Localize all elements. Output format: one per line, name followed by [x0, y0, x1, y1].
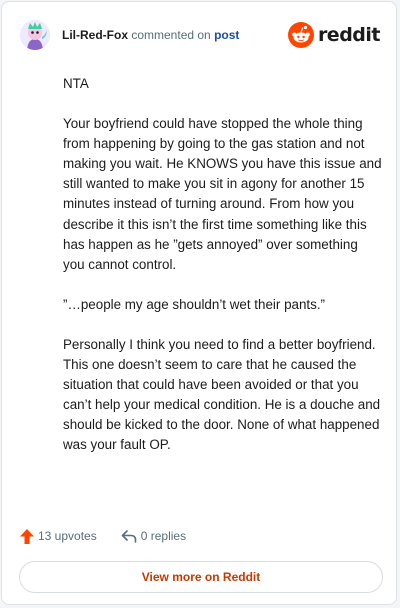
comment-body: NTA Your boyfriend could have stopped th…	[63, 74, 383, 476]
comment-paragraph: ”…people my age shouldn’t wet their pant…	[63, 296, 326, 312]
author-name[interactable]: Lil-Red-Fox	[62, 28, 128, 42]
comment-paragraph: NTA	[63, 76, 89, 91]
reply-arrow-icon	[121, 530, 137, 543]
avatar-icon	[20, 20, 50, 50]
author-line: Lil-Red-Fox commented on post	[62, 28, 239, 42]
upvote-arrow-icon	[20, 528, 34, 544]
comment-paragraph: Personally I think you need to find a be…	[63, 336, 381, 453]
reddit-brand[interactable]: reddit	[287, 20, 381, 50]
post-link[interactable]: post	[214, 28, 239, 42]
upvote-stat[interactable]: 13 upvotes	[20, 528, 97, 544]
view-more-button[interactable]: View more on Reddit	[19, 561, 383, 593]
avatar[interactable]	[20, 20, 50, 50]
reddit-logo-icon	[287, 22, 314, 48]
reply-stat[interactable]: 0 replies	[121, 529, 186, 543]
comment-header: Lil-Red-Fox commented on post reddit	[20, 20, 381, 52]
reply-count: 0 replies	[140, 529, 187, 543]
upvote-count: 13 upvotes	[38, 529, 97, 543]
comment-card: Lil-Red-Fox commented on post reddit NTA…	[1, 1, 397, 605]
comment-footer: 13 upvotes 0 replies	[20, 526, 210, 546]
brand-wordmark: reddit	[317, 24, 381, 46]
action-text: commented on	[131, 28, 211, 42]
comment-paragraph: Your boyfriend could have stopped the wh…	[63, 116, 382, 272]
